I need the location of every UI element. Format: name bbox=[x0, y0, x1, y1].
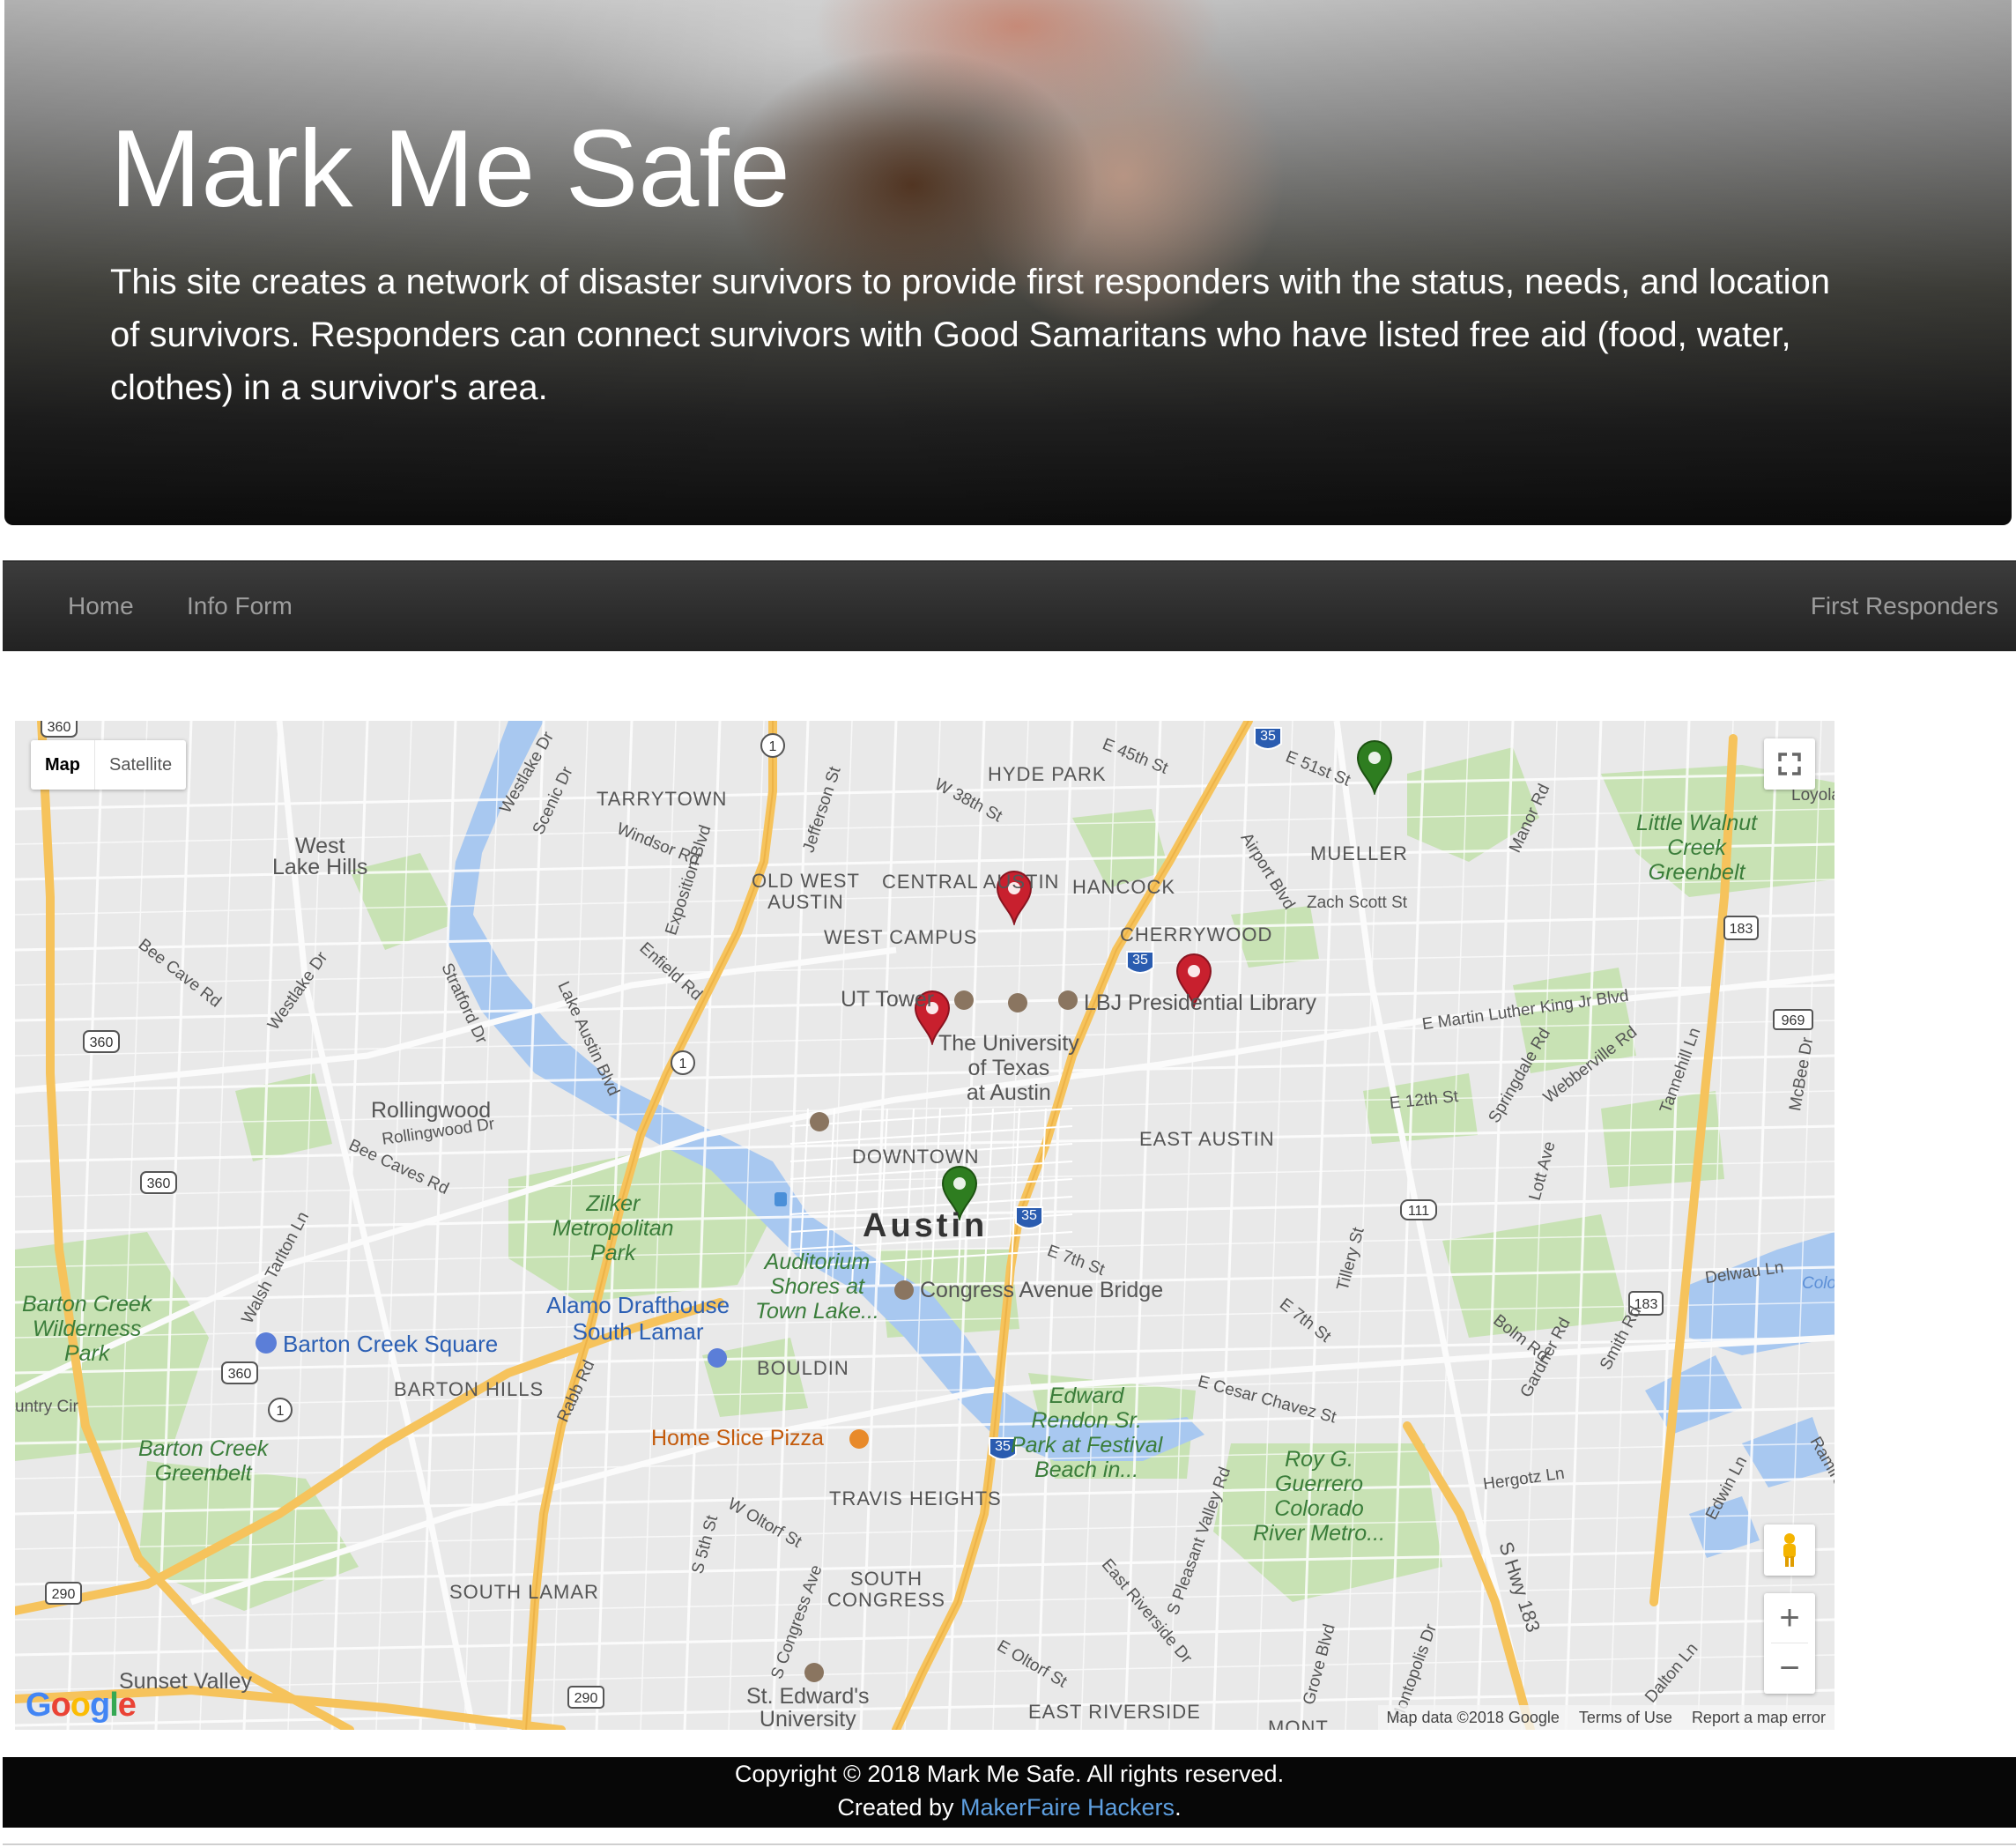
road-zach-scott: Zach Scott St bbox=[1307, 894, 1408, 912]
map-label-home-slice-pizza: Home Slice Pizza bbox=[651, 1426, 824, 1450]
map-label-barton-creek-greenbelt: Barton Creek Greenbelt bbox=[138, 1436, 269, 1486]
map-label-cherrywood: CHERRYWOOD bbox=[1120, 924, 1273, 946]
map-label-tarrytown: TARRYTOWN bbox=[597, 788, 728, 810]
map-label-barton-hills: BARTON HILLS bbox=[394, 1378, 545, 1400]
map-label-travis-heights: TRAVIS HEIGHTS bbox=[829, 1487, 1002, 1509]
map-label-sunset-valley: Sunset Valley bbox=[119, 1669, 253, 1694]
nav-first-responders-link[interactable]: First Responders bbox=[1811, 561, 1998, 651]
map-label-east-riverside: EAST RIVERSIDE bbox=[1028, 1701, 1201, 1723]
map-label-st-edwards: St. Edward's University bbox=[746, 1684, 870, 1730]
map-label-congress-bridge: Congress Avenue Bridge bbox=[920, 1278, 1164, 1302]
report-map-error-link[interactable]: Report a map error bbox=[1692, 1709, 1826, 1727]
map-label-hancock: HANCOCK bbox=[1072, 876, 1176, 898]
svg-text:183: 183 bbox=[1730, 922, 1753, 937]
svg-text:35: 35 bbox=[1132, 953, 1148, 968]
svg-text:360: 360 bbox=[48, 721, 71, 735]
map-label-old-west-austin: OLD WEST AUSTIN bbox=[752, 870, 860, 913]
svg-text:1: 1 bbox=[277, 1404, 285, 1419]
svg-text:35: 35 bbox=[995, 1439, 1011, 1454]
google-logo[interactable]: Google bbox=[26, 1687, 137, 1725]
map-label-bouldin: BOULDIN bbox=[757, 1357, 849, 1379]
footer-credits: Created by MakerFaire Hackers. bbox=[3, 1794, 2016, 1821]
map-label-south-lamar: SOUTH LAMAR bbox=[449, 1581, 599, 1603]
map-label-alamo-drafthouse: Alamo Drafthouse South Lamar bbox=[546, 1292, 730, 1345]
nav-info-form-link[interactable]: Info Form bbox=[187, 561, 293, 651]
map-label-roy-guerrero: Roy G. Guerrero Colorado River Metro... bbox=[1253, 1447, 1386, 1546]
map-label-ut-austin: The University of Texas at Austin bbox=[938, 1031, 1079, 1105]
hero-jumbotron: Mark Me Safe This site creates a network… bbox=[4, 0, 2012, 525]
map-type-map-button[interactable]: Map bbox=[31, 740, 94, 790]
navbar: Home Info Form First Responders bbox=[3, 560, 2016, 651]
map-label-barton-creek-square: Barton Creek Square bbox=[283, 1331, 499, 1357]
map-label-central-austin: CENTRAL AUSTIN bbox=[882, 871, 1060, 893]
map-label-mont: MONT bbox=[1268, 1717, 1329, 1730]
footer-divider bbox=[3, 1843, 2016, 1845]
map-label-ut-tower: UT Tower bbox=[841, 987, 935, 1012]
map-type-control: Map Satellite bbox=[31, 740, 187, 790]
map-data-attribution: Map data ©2018 Google bbox=[1386, 1708, 1560, 1726]
svg-text:1: 1 bbox=[769, 739, 777, 754]
footer-period: . bbox=[1175, 1794, 1182, 1821]
svg-text:969: 969 bbox=[1782, 1013, 1805, 1028]
map-label-mueller: MUELLER bbox=[1310, 842, 1408, 864]
svg-text:360: 360 bbox=[90, 1035, 114, 1050]
svg-text:35: 35 bbox=[1021, 1208, 1037, 1223]
map-label-hyde-park: HYDE PARK bbox=[988, 763, 1107, 785]
svg-text:290: 290 bbox=[574, 1691, 598, 1706]
footer-copyright: Copyright © 2018 Mark Me Safe. All right… bbox=[734, 1761, 1285, 1787]
svg-text:360: 360 bbox=[228, 1367, 252, 1382]
zoom-in-button[interactable]: + bbox=[1764, 1593, 1815, 1643]
marker-green-north[interactable] bbox=[1356, 740, 1393, 795]
map-canvas[interactable]: 360 1 35 35 183 969 360 1 360 111 35 183… bbox=[15, 721, 1834, 1730]
svg-text:290: 290 bbox=[52, 1587, 76, 1602]
pegman-icon bbox=[1783, 1533, 1796, 1567]
map-label-east-austin: EAST AUSTIN bbox=[1139, 1128, 1275, 1150]
street-view-pegman-button[interactable] bbox=[1764, 1524, 1815, 1576]
map-label-city-austin: Austin bbox=[863, 1207, 989, 1244]
footer: Copyright © 2018 Mark Me Safe. All right… bbox=[3, 1757, 2016, 1828]
shield-360-a: 360 bbox=[41, 721, 78, 738]
map-label-zilker: Zilker Metropolitan Park bbox=[552, 1191, 674, 1265]
svg-text:111: 111 bbox=[1408, 1204, 1429, 1219]
fullscreen-button[interactable] bbox=[1764, 738, 1815, 790]
map-type-satellite-button[interactable]: Satellite bbox=[94, 740, 186, 790]
fullscreen-icon bbox=[1778, 753, 1801, 775]
svg-text:360: 360 bbox=[147, 1176, 171, 1191]
footer-makerfaire-link[interactable]: MakerFaire Hackers bbox=[960, 1794, 1175, 1821]
map-label-little-walnut: Little Walnut Creek Greenbelt bbox=[1636, 811, 1758, 885]
map-label-lbj-library: LBJ Presidential Library bbox=[1084, 990, 1317, 1015]
map-label-south-congress: SOUTH CONGRESS bbox=[827, 1568, 945, 1611]
footer-created-by: Created by bbox=[837, 1794, 960, 1821]
svg-text:1: 1 bbox=[679, 1057, 687, 1072]
map-label-edward-rendon-park: Edward Rendon Sr. Park at Festival Beach… bbox=[1011, 1383, 1163, 1482]
zoom-out-button[interactable]: − bbox=[1764, 1643, 1815, 1693]
map-label-auditorium-shores: Auditorium Shores at Town Lake... bbox=[755, 1250, 879, 1324]
page-title: Mark Me Safe bbox=[110, 108, 790, 230]
svg-text:35: 35 bbox=[1260, 729, 1276, 744]
map-label-west-lake-hills: West Lake Hills bbox=[272, 834, 368, 879]
zoom-control: + − bbox=[1764, 1593, 1815, 1694]
hero-description: This site creates a network of disaster … bbox=[110, 263, 1831, 407]
terms-of-use-link[interactable]: Terms of Use bbox=[1579, 1709, 1672, 1727]
map-label-west-campus: WEST CAMPUS bbox=[824, 926, 978, 948]
road-colo: Colo bbox=[1802, 1274, 1834, 1293]
map-label-downtown: DOWNTOWN bbox=[852, 1146, 980, 1168]
road-untry-cir: untry Cir bbox=[15, 1398, 78, 1416]
nav-home-link[interactable]: Home bbox=[68, 561, 134, 651]
map-attribution: Map data ©2018 Google Terms of Use Repor… bbox=[1377, 1705, 1834, 1730]
map-label-barton-creek-wilderness: Barton Creek Wilderness Park bbox=[22, 1292, 152, 1366]
